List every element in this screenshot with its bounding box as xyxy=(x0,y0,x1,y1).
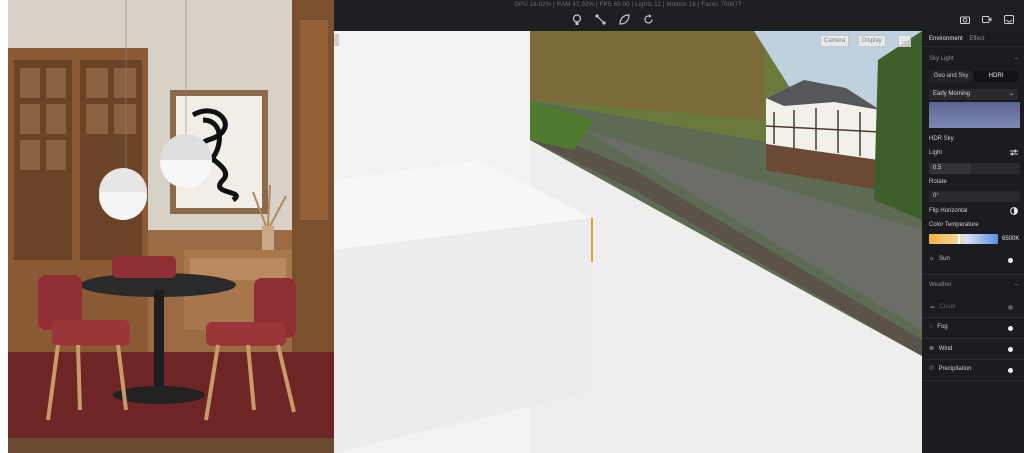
performance-stats: GPU 18.82% | RAM 47.92% | FPS 60.00 | Li… xyxy=(514,2,742,8)
precipitation-toggle[interactable] xyxy=(1008,368,1013,373)
flip-row: Flip Horizontal xyxy=(929,207,1018,216)
precipitation-label: Precipitation xyxy=(938,366,972,372)
camera-icon[interactable] xyxy=(960,15,970,24)
light-label: Light xyxy=(929,150,943,156)
tabs-divider xyxy=(922,46,1024,47)
more-button[interactable]: ... xyxy=(898,35,912,47)
flip-label: Flip Horizontal xyxy=(929,208,968,214)
weather-fog-row: ◌ Fog xyxy=(929,324,1018,332)
panel-tabs: Environment Effect xyxy=(929,36,1018,46)
weather-cloud-row: ☁ Cloud xyxy=(929,303,1018,311)
lightbulb-icon[interactable] xyxy=(570,14,583,27)
weather-precipitation-row: ⛆ Precipitation xyxy=(929,366,1018,374)
left-handle[interactable] xyxy=(334,34,339,46)
weather-title: Weather xyxy=(929,282,952,288)
mode-geo-and-sky-label: Geo and Sky xyxy=(933,73,969,79)
connect-icon[interactable] xyxy=(594,14,607,27)
weather-header[interactable]: Weather – xyxy=(929,282,1018,292)
color-temperature-label: Color Temperature xyxy=(929,222,979,228)
display-button-label: Display xyxy=(862,38,882,44)
wind-label: Wind xyxy=(938,346,953,352)
fog-divider xyxy=(922,338,1024,339)
hdri-preview[interactable] xyxy=(929,102,1020,128)
color-temperature-handle[interactable] xyxy=(957,234,960,244)
dining-room-photo xyxy=(8,0,334,453)
chevron-up-icon: – xyxy=(1014,56,1018,62)
preset-select[interactable]: Early Morning ⌄ xyxy=(929,89,1018,100)
sun-row: ☼ Sun xyxy=(929,256,1018,264)
cloud-divider xyxy=(922,317,1024,318)
fog-icon: ◌ xyxy=(929,324,933,330)
rotate-value: 0° xyxy=(933,193,939,199)
precipitation-icon: ⛆ xyxy=(929,366,934,372)
cloud-icon: ☁ xyxy=(929,304,935,310)
fog-toggle[interactable] xyxy=(1008,326,1013,331)
render-icon[interactable] xyxy=(1004,15,1014,24)
video-icon[interactable] xyxy=(982,15,992,24)
light-row: Light xyxy=(929,149,1018,158)
sky-light-header[interactable]: Sky Light – xyxy=(929,56,1018,66)
wind-divider xyxy=(922,359,1024,360)
color-temperature-value: 6500K xyxy=(1002,236,1020,242)
sun-icon: ☼ xyxy=(929,256,935,262)
preset-value: Early Morning xyxy=(933,91,971,97)
display-button[interactable]: Display xyxy=(858,35,886,47)
viewport-topbar: GPU 18.82% | RAM 47.92% | FPS 60.00 | Li… xyxy=(334,0,922,31)
hdr-sky-title: HDR Sky xyxy=(929,136,954,142)
rotate-label: Rotate xyxy=(929,179,947,185)
chevron-down-icon: ⌄ xyxy=(1008,91,1014,97)
fog-label: Fog xyxy=(937,324,948,330)
cloud-label: Cloud xyxy=(939,304,956,310)
light-value: 0.5 xyxy=(933,165,942,171)
precipitation-divider xyxy=(922,380,1024,381)
camera-button[interactable]: Camera xyxy=(820,35,850,47)
panel-header-icons xyxy=(960,15,1014,24)
mode-hdri-label: HDRI xyxy=(988,73,1004,79)
light-slider[interactable]: 0.5 xyxy=(929,163,1020,174)
flip-toggle-icon[interactable] xyxy=(1010,207,1018,215)
leaf-icon[interactable] xyxy=(618,14,631,27)
dining-room-illustration xyxy=(8,0,334,453)
viewport-scene xyxy=(334,0,922,453)
sky-light-title: Sky Light xyxy=(929,56,954,62)
mode-hdri[interactable]: HDRI xyxy=(974,71,1018,82)
adjust-icon[interactable] xyxy=(1010,149,1018,156)
sun-toggle[interactable] xyxy=(1008,258,1013,263)
cloud-toggle[interactable] xyxy=(1008,305,1013,310)
camera-button-label: Camera xyxy=(824,38,846,44)
weather-wind-row: ≋ Wind xyxy=(929,345,1018,353)
wind-toggle[interactable] xyxy=(1008,347,1013,352)
3d-viewport[interactable]: GPU 18.82% | RAM 47.92% | FPS 60.00 | Li… xyxy=(334,0,922,453)
environment-panel: Environment Effect Sky Light – Geo and S… xyxy=(922,0,1024,453)
more-button-label: ... xyxy=(902,38,908,44)
mode-geo-and-sky[interactable]: Geo and Sky xyxy=(929,71,973,82)
tab-environment[interactable]: Environment xyxy=(929,36,963,42)
weather-divider xyxy=(922,274,1024,275)
viewport-toolbar xyxy=(570,14,655,27)
sun-label: Sun xyxy=(939,256,950,262)
rotate-field[interactable]: 0° xyxy=(929,191,1020,202)
chevron-up-icon: – xyxy=(1014,282,1018,288)
color-temperature-slider[interactable] xyxy=(929,234,998,244)
wind-icon: ≋ xyxy=(929,346,935,352)
rotate-icon[interactable] xyxy=(642,14,655,27)
tab-effect[interactable]: Effect xyxy=(969,36,984,42)
